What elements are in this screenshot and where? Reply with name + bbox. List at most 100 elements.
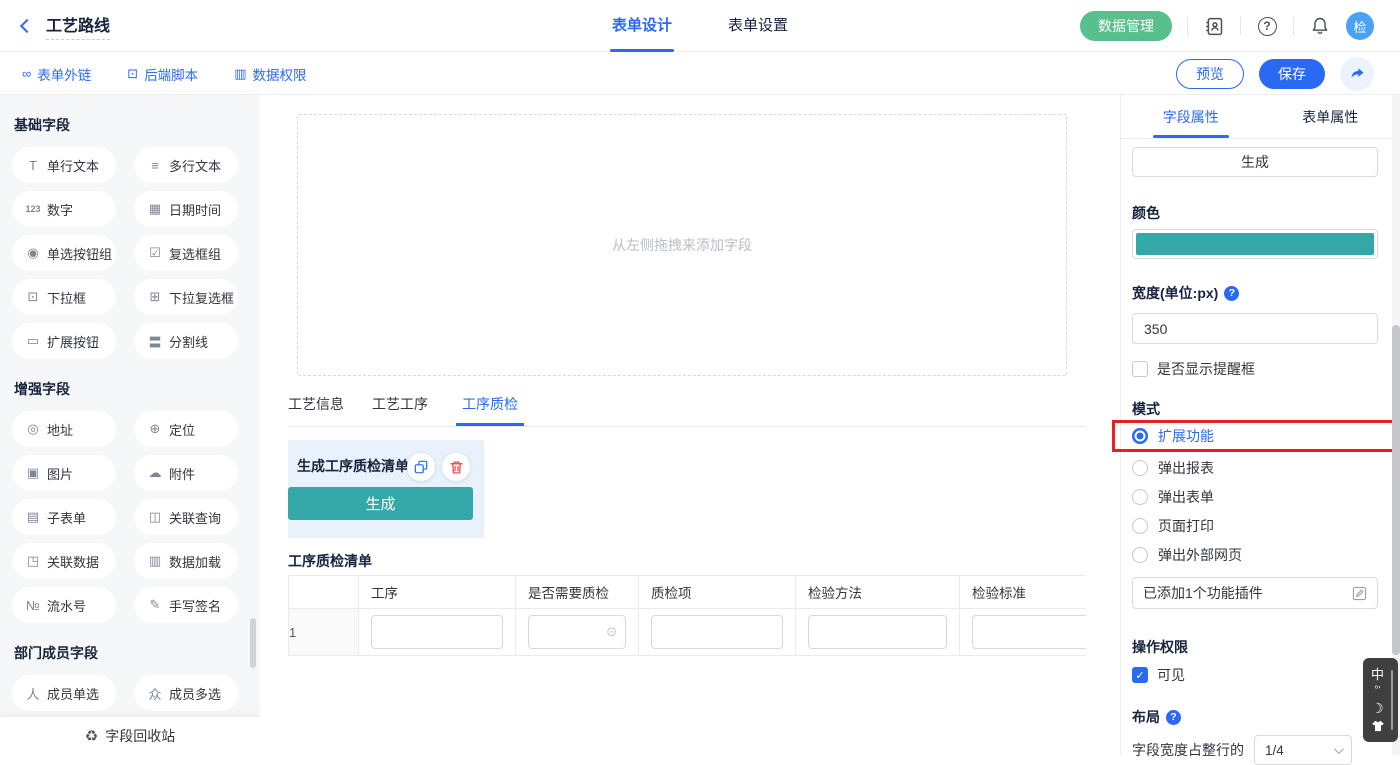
color-picker[interactable]: [1132, 229, 1378, 259]
field-pill-member-single[interactable]: 人成员单选: [12, 675, 116, 711]
back-icon[interactable]: [20, 19, 34, 33]
inspect-method-input[interactable]: [808, 615, 947, 649]
width-label: 宽度(单位:px) ?: [1132, 283, 1239, 303]
page-scrollbar[interactable]: [1392, 95, 1400, 755]
section-title-basic-fields: 基础字段: [14, 115, 260, 135]
sidebar-scrollbar-thumb[interactable]: [250, 618, 256, 668]
backend-script-link[interactable]: ⊡ 后端脚本: [127, 64, 198, 84]
field-pill-dropdown[interactable]: ⊡下拉框: [12, 279, 116, 315]
ime-moon-icon[interactable]: ☾: [1371, 701, 1384, 715]
contacts-icon[interactable]: [1203, 15, 1225, 37]
drop-zone[interactable]: 从左侧拖拽来添加字段: [297, 114, 1067, 376]
tab-form-settings[interactable]: 表单设置: [728, 0, 788, 52]
mode-option-popup-external-page[interactable]: 弹出外部网页: [1132, 544, 1242, 566]
field-pill-signature[interactable]: ✎手写签名: [134, 587, 238, 623]
selected-field-block[interactable]: 生成工序质检清单 生成: [288, 440, 484, 538]
mode-option-page-print[interactable]: 页面打印: [1132, 515, 1214, 537]
edit-icon: [1352, 586, 1367, 601]
field-pill-checkbox-group[interactable]: ☑复选框组: [134, 235, 238, 271]
layout-help-icon[interactable]: ?: [1166, 710, 1181, 725]
radio-icon[interactable]: [1132, 460, 1148, 476]
multi-dropdown-icon: ⊞: [147, 289, 163, 305]
field-pill-extend-button[interactable]: ▭扩展按钮: [12, 323, 116, 359]
ime-punctuation-icon[interactable]: °’: [1374, 686, 1380, 696]
visible-checkbox-row[interactable]: ✓ 可见: [1132, 665, 1185, 685]
linked-data-icon: ◳: [25, 553, 41, 569]
reminder-checkbox-row[interactable]: 是否显示提醒框: [1132, 359, 1255, 379]
tab-form-properties[interactable]: 表单属性: [1261, 95, 1400, 138]
process-input[interactable]: [371, 615, 503, 649]
form-canvas: 从左侧拖拽来添加字段 工艺信息 工艺工序 工序质检 生成工序质检清单 生成 工序…: [260, 95, 1120, 755]
width-help-icon[interactable]: ?: [1224, 286, 1239, 301]
field-pill-multi-line-text[interactable]: ≡多行文本: [134, 147, 238, 183]
link-icon: ∞: [22, 66, 31, 81]
tab-field-properties[interactable]: 字段属性: [1121, 95, 1261, 138]
field-pill-linked-data[interactable]: ◳关联数据: [12, 543, 116, 579]
mode-option-extend-function[interactable]: 扩展功能: [1132, 425, 1214, 447]
notification-bell-icon[interactable]: [1309, 15, 1331, 37]
copy-field-button[interactable]: [407, 453, 435, 481]
field-pill-divider[interactable]: 〓分割线: [134, 323, 238, 359]
layout-label: 布局 ?: [1132, 707, 1181, 727]
selected-field-label: 生成工序质检清单: [297, 456, 409, 476]
button-name-input[interactable]: 生成: [1132, 147, 1378, 177]
data-permission-link[interactable]: ▥ 数据权限: [234, 64, 306, 84]
divider: [1293, 17, 1294, 35]
field-pill-address[interactable]: ◎地址: [12, 411, 116, 447]
field-pill-geolocation[interactable]: ⊕定位: [134, 411, 238, 447]
field-pill-radio-group[interactable]: ◉单选按钮组: [12, 235, 116, 271]
ime-drag-handle[interactable]: [1391, 670, 1393, 730]
ime-toolbar[interactable]: 中 °’ ☾: [1363, 658, 1398, 742]
plugin-config-field[interactable]: 已添加1个功能插件: [1132, 577, 1378, 609]
data-manage-button[interactable]: 数据管理: [1080, 11, 1172, 41]
radio-icon[interactable]: [1132, 547, 1148, 563]
mode-option-popup-form[interactable]: 弹出表单: [1132, 486, 1214, 508]
field-pill-single-line-text[interactable]: T单行文本: [12, 147, 116, 183]
width-input[interactable]: [1132, 313, 1378, 344]
table-row: 1 ⊙: [289, 609, 1087, 656]
ime-language-icon[interactable]: 中: [1371, 668, 1384, 681]
field-pill-datetime[interactable]: ▦日期时间: [134, 191, 238, 227]
tab-process-info[interactable]: 工艺信息: [288, 394, 344, 426]
page-scrollbar-thumb[interactable]: [1392, 325, 1400, 655]
person-icon: 人: [25, 684, 41, 703]
preview-button[interactable]: 预览: [1176, 59, 1244, 89]
generate-button[interactable]: 生成: [288, 487, 473, 520]
radio-icon[interactable]: [1132, 518, 1148, 534]
subtable: 工序 是否需要质检 质检项 检验方法 检验标准 1 ⊙: [288, 575, 1086, 657]
form-external-link[interactable]: ∞ 表单外链: [22, 64, 91, 84]
field-pill-data-load[interactable]: ▥数据加载: [134, 543, 238, 579]
field-pill-attachment[interactable]: ☁附件: [134, 455, 238, 491]
qc-item-input[interactable]: [651, 615, 783, 649]
tab-form-design[interactable]: 表单设计: [612, 0, 672, 52]
user-avatar[interactable]: 检: [1346, 12, 1374, 40]
radio-icon[interactable]: [1132, 489, 1148, 505]
field-pill-multi-dropdown[interactable]: ⊞下拉复选框: [134, 279, 238, 315]
mode-option-popup-report[interactable]: 弹出报表: [1132, 457, 1214, 479]
field-pill-linked-query[interactable]: ◫关联查询: [134, 499, 238, 535]
inspect-standard-input[interactable]: [972, 615, 1086, 649]
header-tabs: 表单设计 表单设置: [612, 0, 788, 52]
tab-process-qc[interactable]: 工序质检: [456, 394, 524, 426]
permission-label: 操作权限: [1132, 637, 1188, 657]
delete-field-button[interactable]: [442, 453, 470, 481]
save-button[interactable]: 保存: [1259, 59, 1325, 89]
share-arrow-icon: [1349, 65, 1366, 82]
field-recycle-bin[interactable]: ♻ 字段回收站: [0, 717, 260, 755]
field-pill-member-multi[interactable]: 众成员多选: [134, 675, 238, 711]
radio-selected-icon[interactable]: [1132, 428, 1148, 444]
help-icon[interactable]: ?: [1256, 15, 1278, 37]
divider: [1187, 17, 1188, 35]
field-pill-number[interactable]: 123数字: [12, 191, 116, 227]
linked-query-icon: ◫: [147, 509, 163, 525]
share-button[interactable]: [1340, 57, 1374, 91]
checkbox-icon: ☑: [147, 245, 163, 261]
row-width-select[interactable]: 1/4: [1254, 735, 1352, 765]
field-pill-image[interactable]: ▣图片: [12, 455, 116, 491]
reminder-checkbox[interactable]: [1132, 361, 1148, 377]
field-pill-serial-number[interactable]: №流水号: [12, 587, 116, 623]
col-header-inspect-standard: 检验标准: [960, 576, 1087, 609]
tab-process-steps[interactable]: 工艺工序: [372, 394, 428, 426]
visible-checkbox[interactable]: ✓: [1132, 667, 1148, 683]
field-pill-subform[interactable]: ▤子表单: [12, 499, 116, 535]
